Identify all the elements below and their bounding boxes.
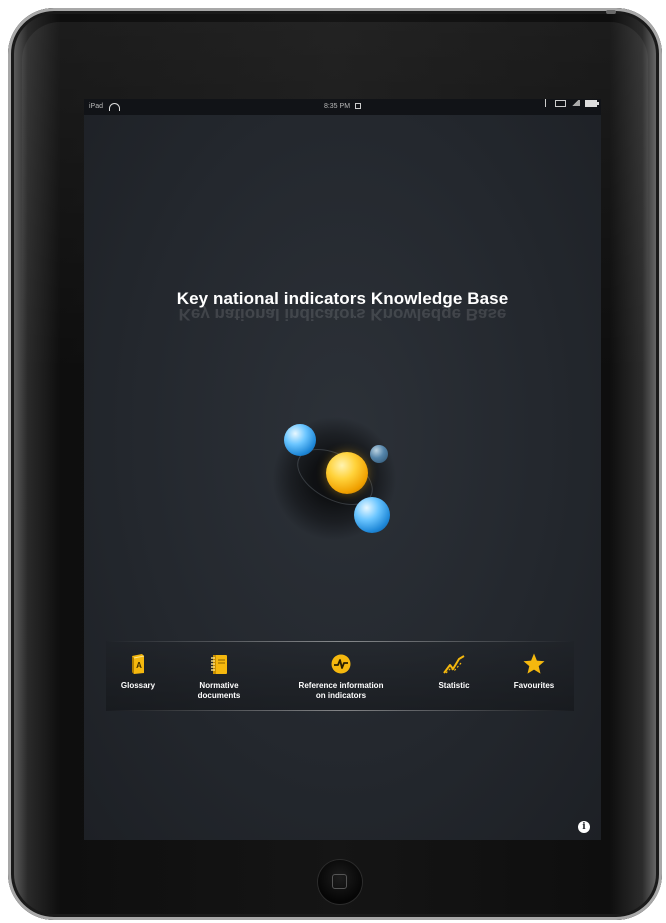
main-toolbar: A Glossary Normative documents Reference… bbox=[106, 641, 574, 711]
toolbar-label-glossary: Glossary bbox=[120, 681, 156, 690]
home-square-icon bbox=[332, 874, 347, 889]
status-time: 8:35 PM bbox=[323, 103, 351, 110]
lock-icon bbox=[355, 103, 362, 110]
toolbar-label-favourites: Favourites bbox=[513, 681, 555, 690]
toolbar-item-favourites[interactable]: Favourites bbox=[498, 651, 570, 691]
toolbar-label-reference-information: Reference information on indicators bbox=[298, 681, 384, 700]
toolbar-item-glossary[interactable]: A Glossary bbox=[108, 651, 168, 691]
page-title: Key national indicators Knowledge Base bbox=[176, 289, 509, 308]
svg-text:A: A bbox=[136, 661, 142, 670]
reference-info-icon bbox=[328, 651, 354, 677]
toolbar-bottom-divider bbox=[106, 710, 574, 711]
toolbar-item-normative-documents[interactable]: Normative documents bbox=[179, 651, 259, 701]
home-button[interactable] bbox=[318, 860, 362, 904]
rotation-lock-icon bbox=[555, 99, 566, 107]
app-screen: iPad 8:35 PM Key national indicators Kno… bbox=[84, 99, 601, 840]
blue-orb-icon bbox=[284, 424, 316, 456]
statistic-chart-icon bbox=[441, 651, 467, 677]
toolbar-label-statistic: Statistic bbox=[438, 681, 470, 690]
gold-orb-icon bbox=[326, 452, 368, 494]
toolbar-top-divider bbox=[106, 641, 574, 642]
info-button[interactable]: i bbox=[578, 821, 590, 833]
app-logo-icon bbox=[264, 404, 414, 554]
glossary-book-icon: A bbox=[125, 651, 151, 677]
small-orb-icon bbox=[370, 445, 388, 463]
toolbar-label-normative-documents: Normative documents bbox=[197, 681, 241, 700]
bluetooth-icon bbox=[545, 99, 550, 107]
toolbar-item-reference-information[interactable]: Reference information on indicators bbox=[276, 651, 406, 701]
battery-icon bbox=[585, 99, 599, 107]
star-icon bbox=[521, 651, 547, 677]
signal-icon bbox=[571, 100, 580, 106]
status-bar: iPad 8:35 PM bbox=[84, 99, 601, 115]
camera-indicator bbox=[606, 10, 616, 14]
toolbar-item-statistic[interactable]: Statistic bbox=[424, 651, 484, 691]
blue-orb-icon bbox=[354, 497, 390, 533]
notebook-icon bbox=[206, 651, 232, 677]
